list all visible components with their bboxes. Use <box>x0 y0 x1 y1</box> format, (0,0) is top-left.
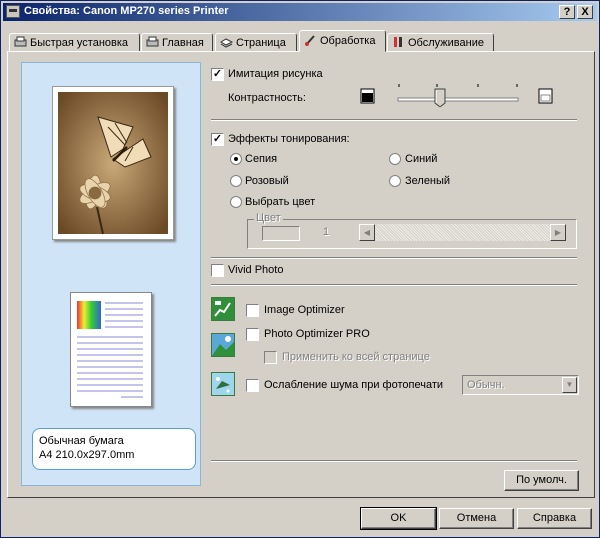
help-button[interactable]: Справка <box>517 508 592 529</box>
color-scrollbar[interactable]: ◀ ▶ <box>359 224 566 241</box>
radio-sepia[interactable] <box>230 153 242 165</box>
title-bar[interactable]: Свойства: Canon MP270 series Printer ? X <box>3 3 597 21</box>
radio-pink-label: Розовый <box>245 175 289 187</box>
noise-reduction-icon <box>211 372 235 396</box>
ok-button[interactable]: OK <box>360 507 437 530</box>
tab-quick-setup[interactable]: Быстрая установка <box>9 33 140 52</box>
window-title: Свойства: Canon MP270 series Printer <box>24 5 229 17</box>
separator <box>211 257 577 259</box>
close-button[interactable]: X <box>577 5 593 19</box>
photo-optimizer-label: Photo Optimizer PRO <box>264 328 370 340</box>
low-contrast-icon <box>537 87 555 105</box>
color-value: 1 <box>323 226 330 238</box>
radio-sepia-label: Сепия <box>245 153 278 165</box>
radio-pink[interactable] <box>230 175 242 187</box>
separator <box>211 119 577 121</box>
noise-reduction-label: Ослабление шума при фотопечати <box>264 379 443 391</box>
sepia-photo-preview <box>52 86 174 240</box>
image-optimizer-icon <box>211 297 235 321</box>
printer-icon <box>6 5 20 18</box>
preview-pane: Обычная бумага A4 210.0x297.0mm <box>21 62 201 486</box>
pages-icon <box>220 36 234 48</box>
radio-blue[interactable] <box>389 153 401 165</box>
toning-effects-checkbox[interactable]: ✓ <box>211 133 224 146</box>
contrast-label: Контрастность: <box>228 92 306 104</box>
printer-properties-window: Свойства: Canon MP270 series Printer ? X… <box>0 0 600 538</box>
color-group-label: Цвет <box>254 212 283 224</box>
tab-label: Быстрая установка <box>30 37 129 49</box>
image-optimizer-label: Image Optimizer <box>264 304 345 316</box>
document-preview <box>70 292 152 407</box>
defaults-button[interactable]: По умолч. <box>504 470 579 491</box>
printer-icon <box>14 36 27 48</box>
tab-label: Главная <box>162 37 204 49</box>
photo-optimizer-checkbox[interactable] <box>246 328 259 341</box>
contrast-slider[interactable] <box>397 81 520 108</box>
cancel-button[interactable]: Отмена <box>439 508 514 529</box>
scroll-right-arrow-icon[interactable]: ▶ <box>550 224 566 241</box>
separator <box>211 284 577 286</box>
tools-icon <box>392 36 405 48</box>
image-optimizer-checkbox[interactable] <box>246 304 259 317</box>
color-swatch <box>262 226 300 241</box>
tab-label: Обработка <box>320 35 376 47</box>
vivid-photo-checkbox[interactable] <box>211 264 224 277</box>
tab-maintenance[interactable]: Обслуживание <box>387 33 494 52</box>
simulate-illustration-checkbox[interactable]: ✓ <box>211 68 224 81</box>
tab-label: Страница <box>236 37 286 49</box>
paper-type: Обычная бумага <box>39 435 124 447</box>
simulate-illustration-label: Имитация рисунка <box>228 68 323 80</box>
noise-reduction-checkbox[interactable] <box>246 379 259 392</box>
help-titlebar-button[interactable]: ? <box>559 5 575 19</box>
tab-main[interactable]: Главная <box>141 33 213 52</box>
apply-all-pages-label: Применить ко всей странице <box>282 351 430 363</box>
printer-icon <box>146 36 159 48</box>
high-contrast-icon <box>359 87 377 105</box>
photo-optimizer-icon <box>211 333 235 357</box>
radio-select-color-label: Выбрать цвет <box>245 196 316 208</box>
radio-select-color[interactable] <box>230 196 242 208</box>
radio-green[interactable] <box>389 175 401 187</box>
paper-info-box: Обычная бумага A4 210.0x297.0mm <box>32 428 196 470</box>
noise-reduction-select[interactable]: Обычн. ▼ <box>462 375 579 395</box>
vivid-photo-label: Vivid Photo <box>228 264 284 276</box>
brush-icon <box>304 34 317 46</box>
scroll-left-arrow-icon[interactable]: ◀ <box>359 224 375 241</box>
chevron-down-icon[interactable]: ▼ <box>562 377 577 393</box>
radio-blue-label: Синий <box>405 153 438 165</box>
toning-effects-label: Эффекты тонирования: <box>228 133 350 145</box>
apply-all-pages-checkbox[interactable] <box>264 351 277 364</box>
separator <box>211 460 577 462</box>
contrast-slider-thumb <box>434 88 446 108</box>
tab-label: Обслуживание <box>408 37 484 49</box>
paper-size: A4 210.0x297.0mm <box>39 449 135 461</box>
tab-effects[interactable]: Обработка <box>299 30 386 52</box>
tab-strip: Быстрая установка Главная Страница Обраб… <box>7 30 595 52</box>
tab-page[interactable]: Страница <box>215 33 297 52</box>
radio-green-label: Зеленый <box>405 175 451 187</box>
noise-reduction-select-value: Обычн. <box>467 379 505 391</box>
